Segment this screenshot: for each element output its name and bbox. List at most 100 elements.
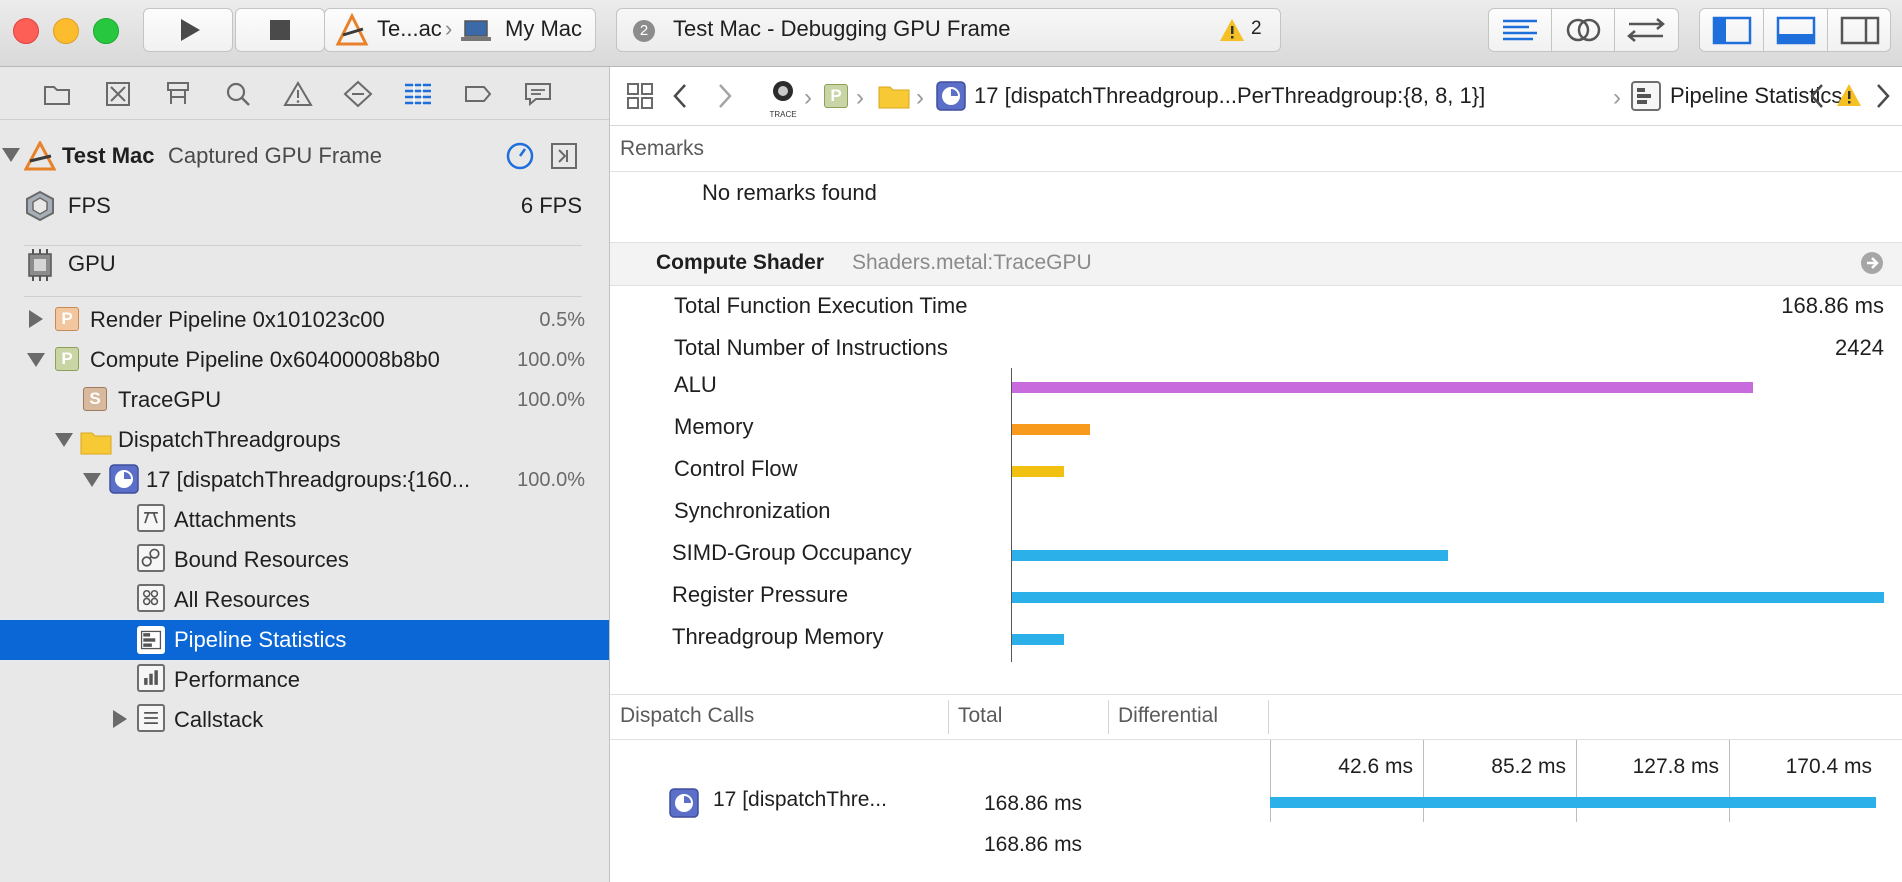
- assistant-editor-icon[interactable]: [1552, 9, 1614, 51]
- warning-icon[interactable]: [1219, 18, 1245, 42]
- close-window-button[interactable]: [13, 18, 39, 44]
- previous-issue-icon[interactable]: [1808, 82, 1826, 110]
- timeline-bar[interactable]: [1270, 797, 1876, 808]
- toolbar: Te...ac › My Mac 2 Test Mac - Debugging …: [0, 0, 1902, 67]
- root-title: Test Mac: [62, 143, 155, 168]
- callstack-icon: [137, 704, 165, 732]
- tree-item-render-pipeline[interactable]: Render Pipeline 0x101023c00: [90, 307, 385, 333]
- chart-bar: [1012, 550, 1448, 561]
- next-issue-icon[interactable]: [1874, 82, 1892, 110]
- warning-icon[interactable]: [1836, 83, 1862, 107]
- search-icon[interactable]: [223, 80, 253, 108]
- debug-icon[interactable]: [403, 80, 433, 108]
- tree-item-dispatch-call[interactable]: 17 [dispatchThreadgroups:{160...: [146, 467, 470, 493]
- trace-icon[interactable]: [768, 79, 798, 111]
- shader-source-link[interactable]: Shaders.metal:TraceGPU: [852, 251, 1092, 275]
- tree-item-attachments[interactable]: Attachments: [174, 507, 296, 533]
- activity-text: Test Mac - Debugging GPU Frame: [673, 16, 1011, 41]
- related-items-icon[interactable]: [626, 82, 654, 110]
- play-icon: [181, 19, 200, 41]
- compute-pipeline-disclosure[interactable]: [27, 353, 45, 367]
- root-disclosure-triangle[interactable]: [2, 148, 20, 162]
- chevron-right-icon: ›: [856, 84, 864, 111]
- tree-item-callstack[interactable]: Callstack: [174, 707, 263, 733]
- remarks-header: Remarks: [620, 137, 705, 160]
- dispatch-group-disclosure[interactable]: [55, 433, 73, 447]
- timeline-tick-line: [1576, 740, 1577, 822]
- go-to-source-icon[interactable]: [1859, 250, 1885, 276]
- dispatch-call-icon: [669, 788, 699, 818]
- chevron-right-icon: ›: [1613, 84, 1621, 111]
- back-icon[interactable]: [670, 82, 690, 110]
- callstack-disclosure[interactable]: [113, 710, 127, 728]
- timeline-tick-label: 127.8 ms: [1632, 755, 1719, 778]
- dispatch-row-label[interactable]: 17 [dispatchThre...: [713, 788, 887, 812]
- panel-toggle-control: [1699, 8, 1891, 52]
- chart-category-label: Register Pressure: [672, 582, 849, 607]
- chart-bar: [1012, 634, 1064, 645]
- standard-editor-icon[interactable]: [1489, 9, 1551, 51]
- divider: [610, 171, 1902, 172]
- scheme-target: Te...ac: [377, 16, 442, 41]
- breakpoint-icon[interactable]: [463, 80, 493, 108]
- source-control-icon[interactable]: [103, 80, 133, 108]
- folder-icon[interactable]: [42, 80, 72, 108]
- tree-item-compute-pipeline[interactable]: Compute Pipeline 0x60400008b8b0: [90, 347, 440, 373]
- timeline-tick-label: 42.6 ms: [1338, 755, 1413, 778]
- forward-icon[interactable]: [715, 82, 735, 110]
- issue-icon[interactable]: [283, 80, 313, 108]
- tree-item-performance[interactable]: Performance: [174, 667, 300, 693]
- activity-count-badge: 2: [633, 20, 655, 42]
- version-editor-icon[interactable]: [1615, 9, 1679, 51]
- tracegpu-percent: 100.0%: [517, 389, 585, 411]
- column-header-total[interactable]: Total: [958, 704, 1002, 728]
- gauge-icon[interactable]: [505, 141, 535, 171]
- dispatch-call-icon[interactable]: [936, 81, 966, 111]
- minimize-window-button[interactable]: [53, 18, 79, 44]
- app-icon: [335, 13, 369, 46]
- folder-icon[interactable]: [878, 83, 910, 109]
- chart-category-label: ALU: [674, 372, 717, 397]
- timeline-tick-line: [1423, 740, 1424, 822]
- timeline-tick-label: 85.2 ms: [1491, 755, 1566, 778]
- scheme-selector[interactable]: Te...ac › My Mac: [324, 8, 596, 52]
- chart-category-label: Synchronization: [674, 498, 831, 523]
- pipeline-badge-icon: P: [55, 347, 79, 371]
- chart-category-label: Threadgroup Memory: [672, 624, 884, 649]
- dispatch-call-icon: [109, 464, 139, 494]
- render-pipeline-disclosure[interactable]: [29, 310, 43, 328]
- test-icon[interactable]: [343, 80, 373, 108]
- timeline-tick-label: 170.4 ms: [1785, 755, 1872, 778]
- column-header-dispatch-calls[interactable]: Dispatch Calls: [620, 704, 754, 728]
- shader-title: Compute Shader: [656, 251, 825, 274]
- debug-area-toggle-icon[interactable]: [1764, 9, 1827, 51]
- chart-bar: [1012, 466, 1064, 477]
- tree-item-dispatch-threadgroups[interactable]: DispatchThreadgroups: [118, 427, 341, 453]
- dispatch-call-disclosure[interactable]: [83, 473, 101, 487]
- divider: [24, 245, 582, 246]
- run-button[interactable]: [143, 8, 233, 52]
- report-icon[interactable]: [523, 80, 553, 108]
- tree-item-all-resources[interactable]: All Resources: [174, 587, 310, 613]
- laptop-icon: [461, 20, 491, 41]
- tree-item-pipeline-statistics[interactable]: Pipeline Statistics: [174, 627, 346, 653]
- breadcrumb-dispatch[interactable]: 17 [dispatchThreadgroup...PerThreadgroup…: [974, 83, 1485, 109]
- zoom-window-button[interactable]: [93, 18, 119, 44]
- tree-item-tracegpu[interactable]: TraceGPU: [118, 387, 221, 413]
- chart-axis: [1011, 368, 1012, 662]
- symbol-icon[interactable]: [163, 80, 193, 108]
- navigator: Test Mac Captured GPU Frame FPS 6 FPS GP…: [0, 67, 610, 882]
- attachments-icon: [137, 504, 165, 532]
- pipeline-statistics-icon: [1631, 81, 1661, 111]
- app-icon: [24, 141, 56, 171]
- timeline-tick-line: [1270, 740, 1271, 822]
- inspector-toggle-icon[interactable]: [1828, 9, 1892, 51]
- stop-button[interactable]: [235, 8, 325, 52]
- pipeline-badge-icon[interactable]: P: [824, 84, 848, 108]
- navigator-toggle-icon[interactable]: [1700, 9, 1763, 51]
- column-header-differential[interactable]: Differential: [1118, 704, 1218, 728]
- trace-label: TRACE: [769, 110, 797, 119]
- tree-item-bound-resources[interactable]: Bound Resources: [174, 547, 349, 573]
- pane-toggle-icon[interactable]: [550, 142, 578, 170]
- fps-label: FPS: [68, 193, 111, 218]
